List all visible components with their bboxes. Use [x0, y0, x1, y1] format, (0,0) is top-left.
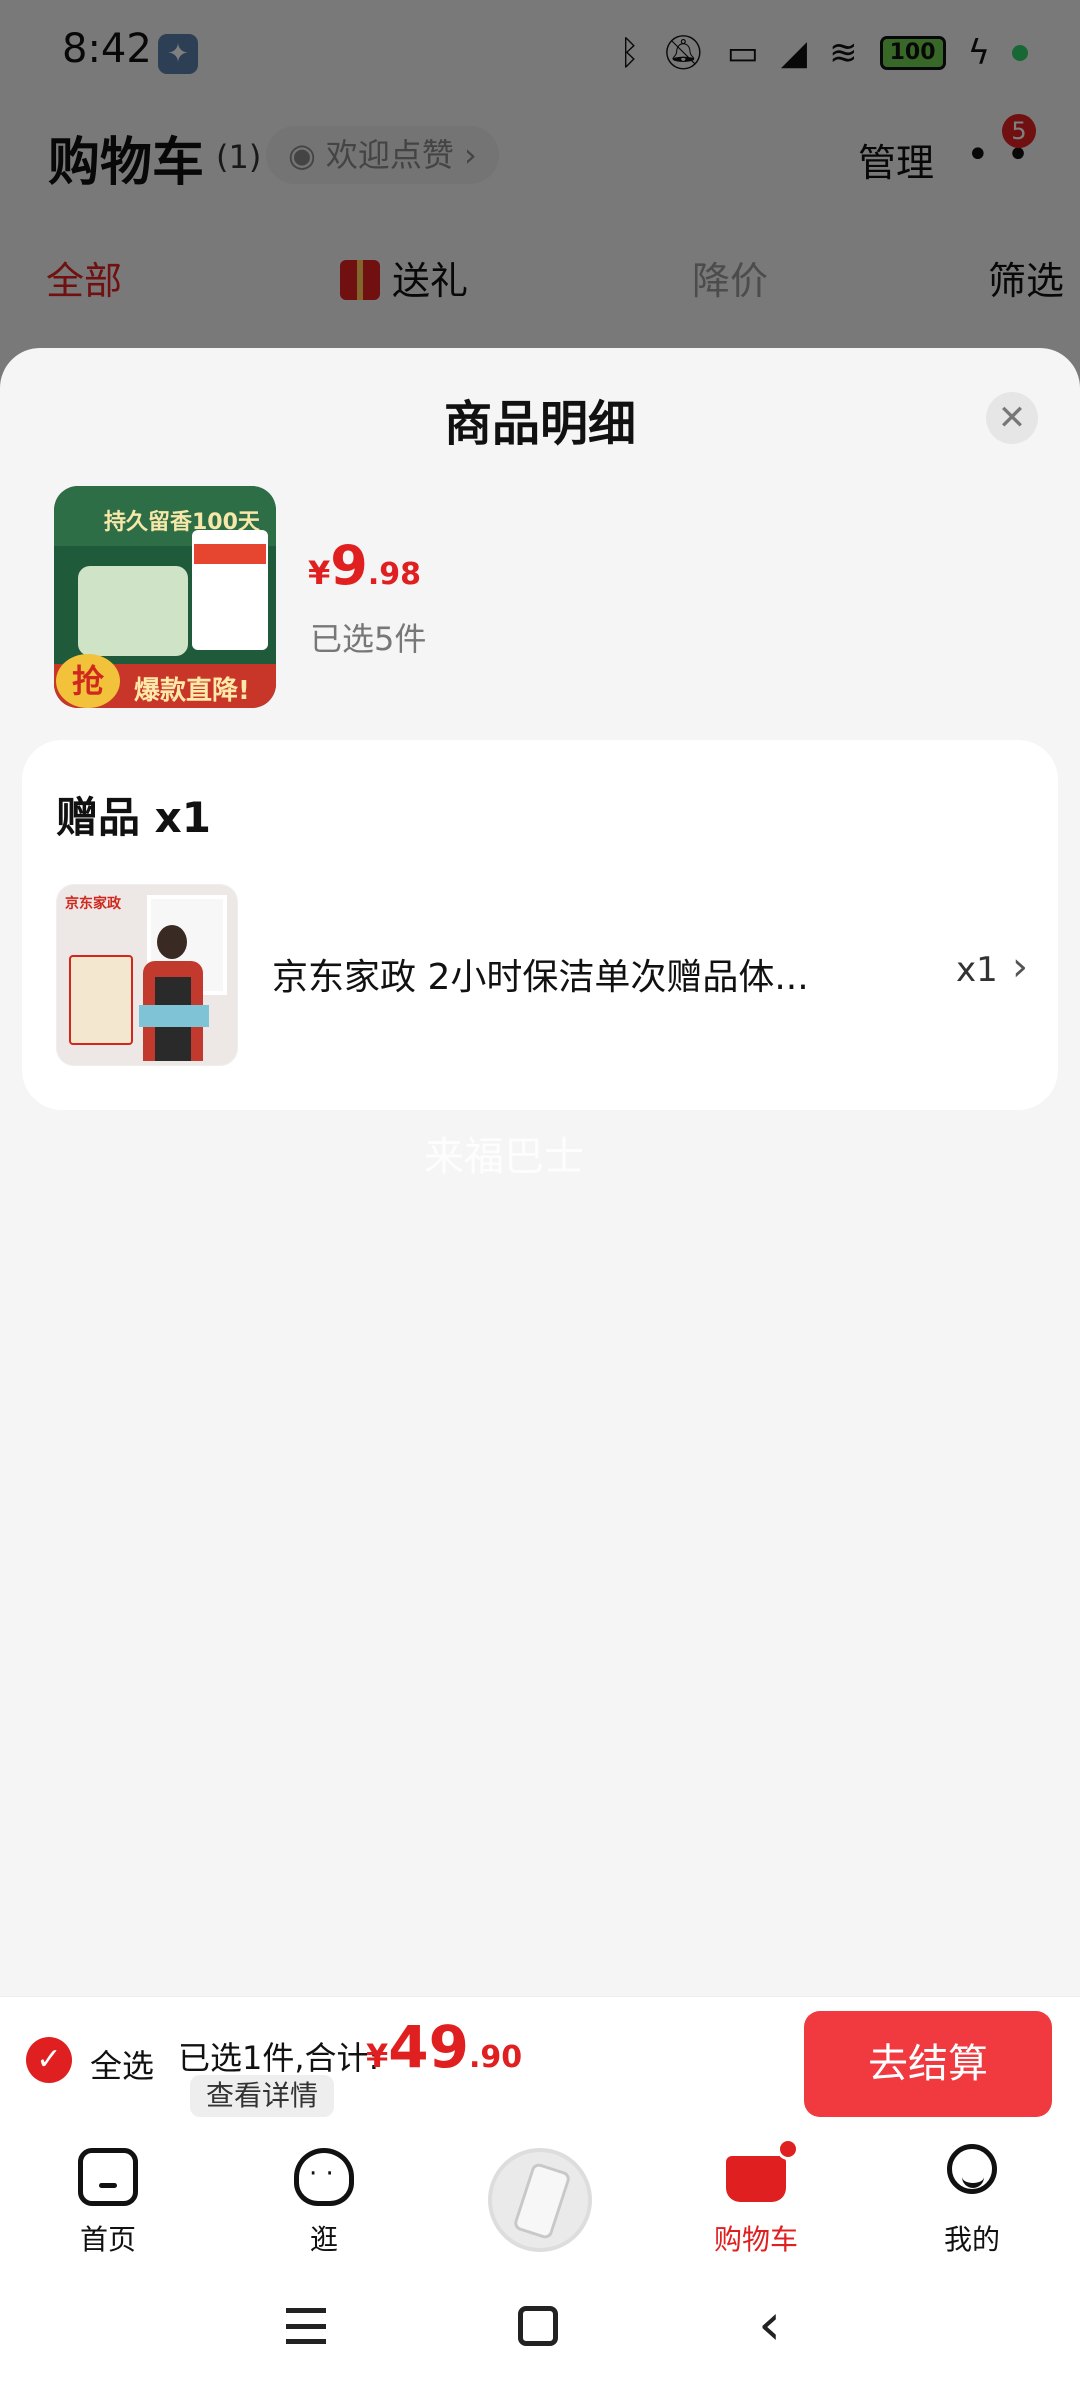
gift-section-title: 赠品 x1	[56, 793, 211, 842]
nav-home-label: 首页	[79, 2223, 136, 2256]
view-details-button[interactable]: 查看详情	[190, 2075, 335, 2117]
checkout-bar: ✓ 全选 已选1件,合计: ¥49.90 查看详情 去结算	[0, 1996, 1080, 2130]
grab-badge: 抢	[56, 654, 120, 708]
home-square-icon[interactable]	[518, 2306, 558, 2346]
system-nav-bar: ‹	[0, 2260, 1080, 2400]
stroll-icon	[294, 2148, 354, 2206]
gift-section: 赠品 x1 京东家政 京东家政 2小时保洁单次赠品体... x1 ›	[22, 740, 1058, 1110]
gift-item-quantity: x1	[956, 950, 998, 990]
bottom-nav: 首页 逛 购物车 我的	[0, 2130, 1080, 2260]
checkout-total: ¥49.90	[366, 2013, 523, 2081]
cart-icon	[726, 2156, 786, 2202]
home-icon	[78, 2148, 138, 2206]
nav-cart-label: 购物车	[713, 2223, 798, 2256]
nav-home[interactable]: 首页	[33, 2130, 183, 2260]
gift-thumbnail[interactable]: 京东家政	[56, 884, 238, 1066]
nav-cart[interactable]: 购物车	[681, 2130, 831, 2260]
select-all-checkbox[interactable]: ✓	[26, 2037, 72, 2083]
sheet-title: 商品明细	[443, 396, 636, 452]
recents-icon[interactable]	[286, 2308, 326, 2344]
select-all-label[interactable]: 全选	[90, 2041, 154, 2087]
dim-overlay[interactable]	[0, 0, 1080, 400]
nav-me[interactable]: 我的	[897, 2130, 1047, 2260]
selected-quantity: 已选5件	[310, 620, 427, 658]
cart-notification-dot	[777, 2138, 799, 2160]
center-promo-button[interactable]	[488, 2148, 592, 2252]
chevron-right-icon[interactable]: ›	[1012, 944, 1028, 990]
nav-stroll-label: 逛	[309, 2223, 338, 2256]
close-icon[interactable]: ✕	[986, 392, 1038, 444]
product-thumbnail[interactable]: 持久留香100天 爆款直降! 抢	[54, 486, 276, 708]
checkout-button[interactable]: 去结算	[804, 2011, 1052, 2117]
gift-thumb-label: 京东家政	[65, 896, 121, 912]
shoe-image	[512, 2161, 572, 2241]
back-icon[interactable]: ‹	[758, 2290, 781, 2358]
nav-me-label: 我的	[943, 2223, 1000, 2256]
product-thumb-banner: 爆款直降!	[134, 676, 250, 706]
gift-item-name[interactable]: 京东家政 2小时保洁单次赠品体...	[272, 948, 862, 1000]
product-detail-sheet: 商品明细 ✕ 持久留香100天 爆款直降! 抢 ¥9.98 已选5件 赠品 x1…	[0, 348, 1080, 1996]
product-price: ¥9.98	[308, 534, 421, 597]
nav-stroll[interactable]: 逛	[249, 2130, 399, 2260]
checkout-summary: 已选1件,合计:	[178, 2039, 380, 2077]
watermark: 来福巴士	[424, 1134, 584, 1180]
profile-icon	[947, 2144, 997, 2194]
